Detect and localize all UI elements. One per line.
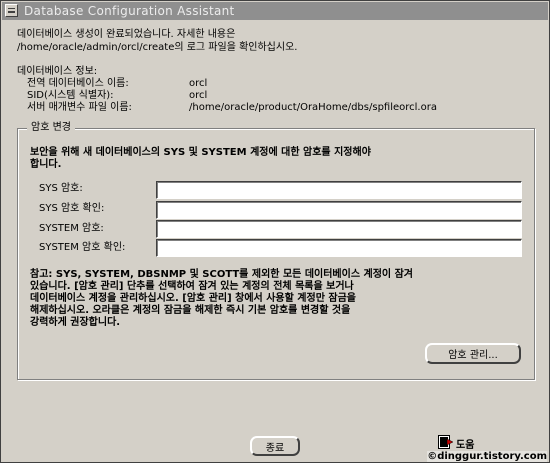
sys-password-confirm-label: SYS 암호 확인: — [39, 203, 105, 214]
close-button[interactable]: 종료 — [250, 436, 300, 456]
title-bar[interactable]: Database Configuration Assistant — [2, 2, 548, 20]
window-menu-icon[interactable] — [5, 4, 18, 17]
system-password-label: SYSTEM 암호: — [39, 223, 104, 234]
password-instruction-line-1: 보안을 위해 새 데이터베이스의 SYS 및 SYSTEM 계정에 대한 암호를… — [30, 147, 371, 158]
window-title: Database Configuration Assistant — [24, 4, 235, 18]
sid-label: SID(시스템 식별자): — [27, 90, 114, 101]
note-line-2: 있습니다. [암호 관리] 단추를 선택하여 잠겨 있는 계정의 전체 목록을 … — [30, 281, 354, 292]
password-group-legend: 암호 변경 — [27, 122, 75, 134]
note-line-1: 참고: SYS, SYSTEM, DBSNMP 및 SCOTT를 제외한 모든 … — [30, 269, 413, 280]
note-line-5: 강력하게 권장합니다. — [30, 317, 121, 328]
dbca-window: Database Configuration Assistant 데이터베이스 … — [0, 0, 550, 463]
spfile-label: 서버 매개변수 파일 이름: — [27, 102, 132, 113]
intro-line-2: /home/oracle/admin/orcl/create의 로그 파일을 확… — [17, 42, 298, 53]
intro-line-1: 데이터베이스 생성이 완료되었습니다. 자세한 내용은 — [17, 29, 236, 40]
password-instruction-line-2: 합니다. — [30, 159, 62, 170]
global-db-name-label: 전역 데이터베이스 이름: — [27, 78, 129, 89]
sys-password-label: SYS 암호: — [39, 183, 83, 194]
sid-value: orcl — [189, 90, 208, 101]
db-info-heading: 데이터베이스 정보: — [17, 66, 98, 77]
system-password-input[interactable] — [156, 220, 522, 238]
note-line-4: 해제하십시오. 오라클은 계정의 잠금을 해제한 즉시 기본 암호를 변경할 것… — [30, 305, 351, 316]
sys-password-confirm-input[interactable] — [156, 201, 522, 219]
help-label: 도움 — [456, 440, 475, 451]
help-icon — [438, 435, 454, 449]
global-db-name-value: orcl — [189, 78, 208, 89]
note-line-3: 데이터베이스 계정을 관리하십시오. [암호 관리] 창에서 사용할 계정만 잠… — [30, 293, 356, 304]
system-password-confirm-label: SYSTEM 암호 확인: — [39, 242, 126, 253]
password-management-button[interactable]: 암호 관리... — [425, 343, 521, 364]
help-button[interactable]: 도움 — [438, 434, 488, 452]
sys-password-input[interactable] — [156, 181, 522, 199]
system-password-confirm-input[interactable] — [156, 239, 522, 257]
watermark-text: ©dinggur.tistory.com — [427, 451, 547, 462]
spfile-value: /home/oracle/product/OraHome/dbs/spfileo… — [189, 102, 437, 113]
